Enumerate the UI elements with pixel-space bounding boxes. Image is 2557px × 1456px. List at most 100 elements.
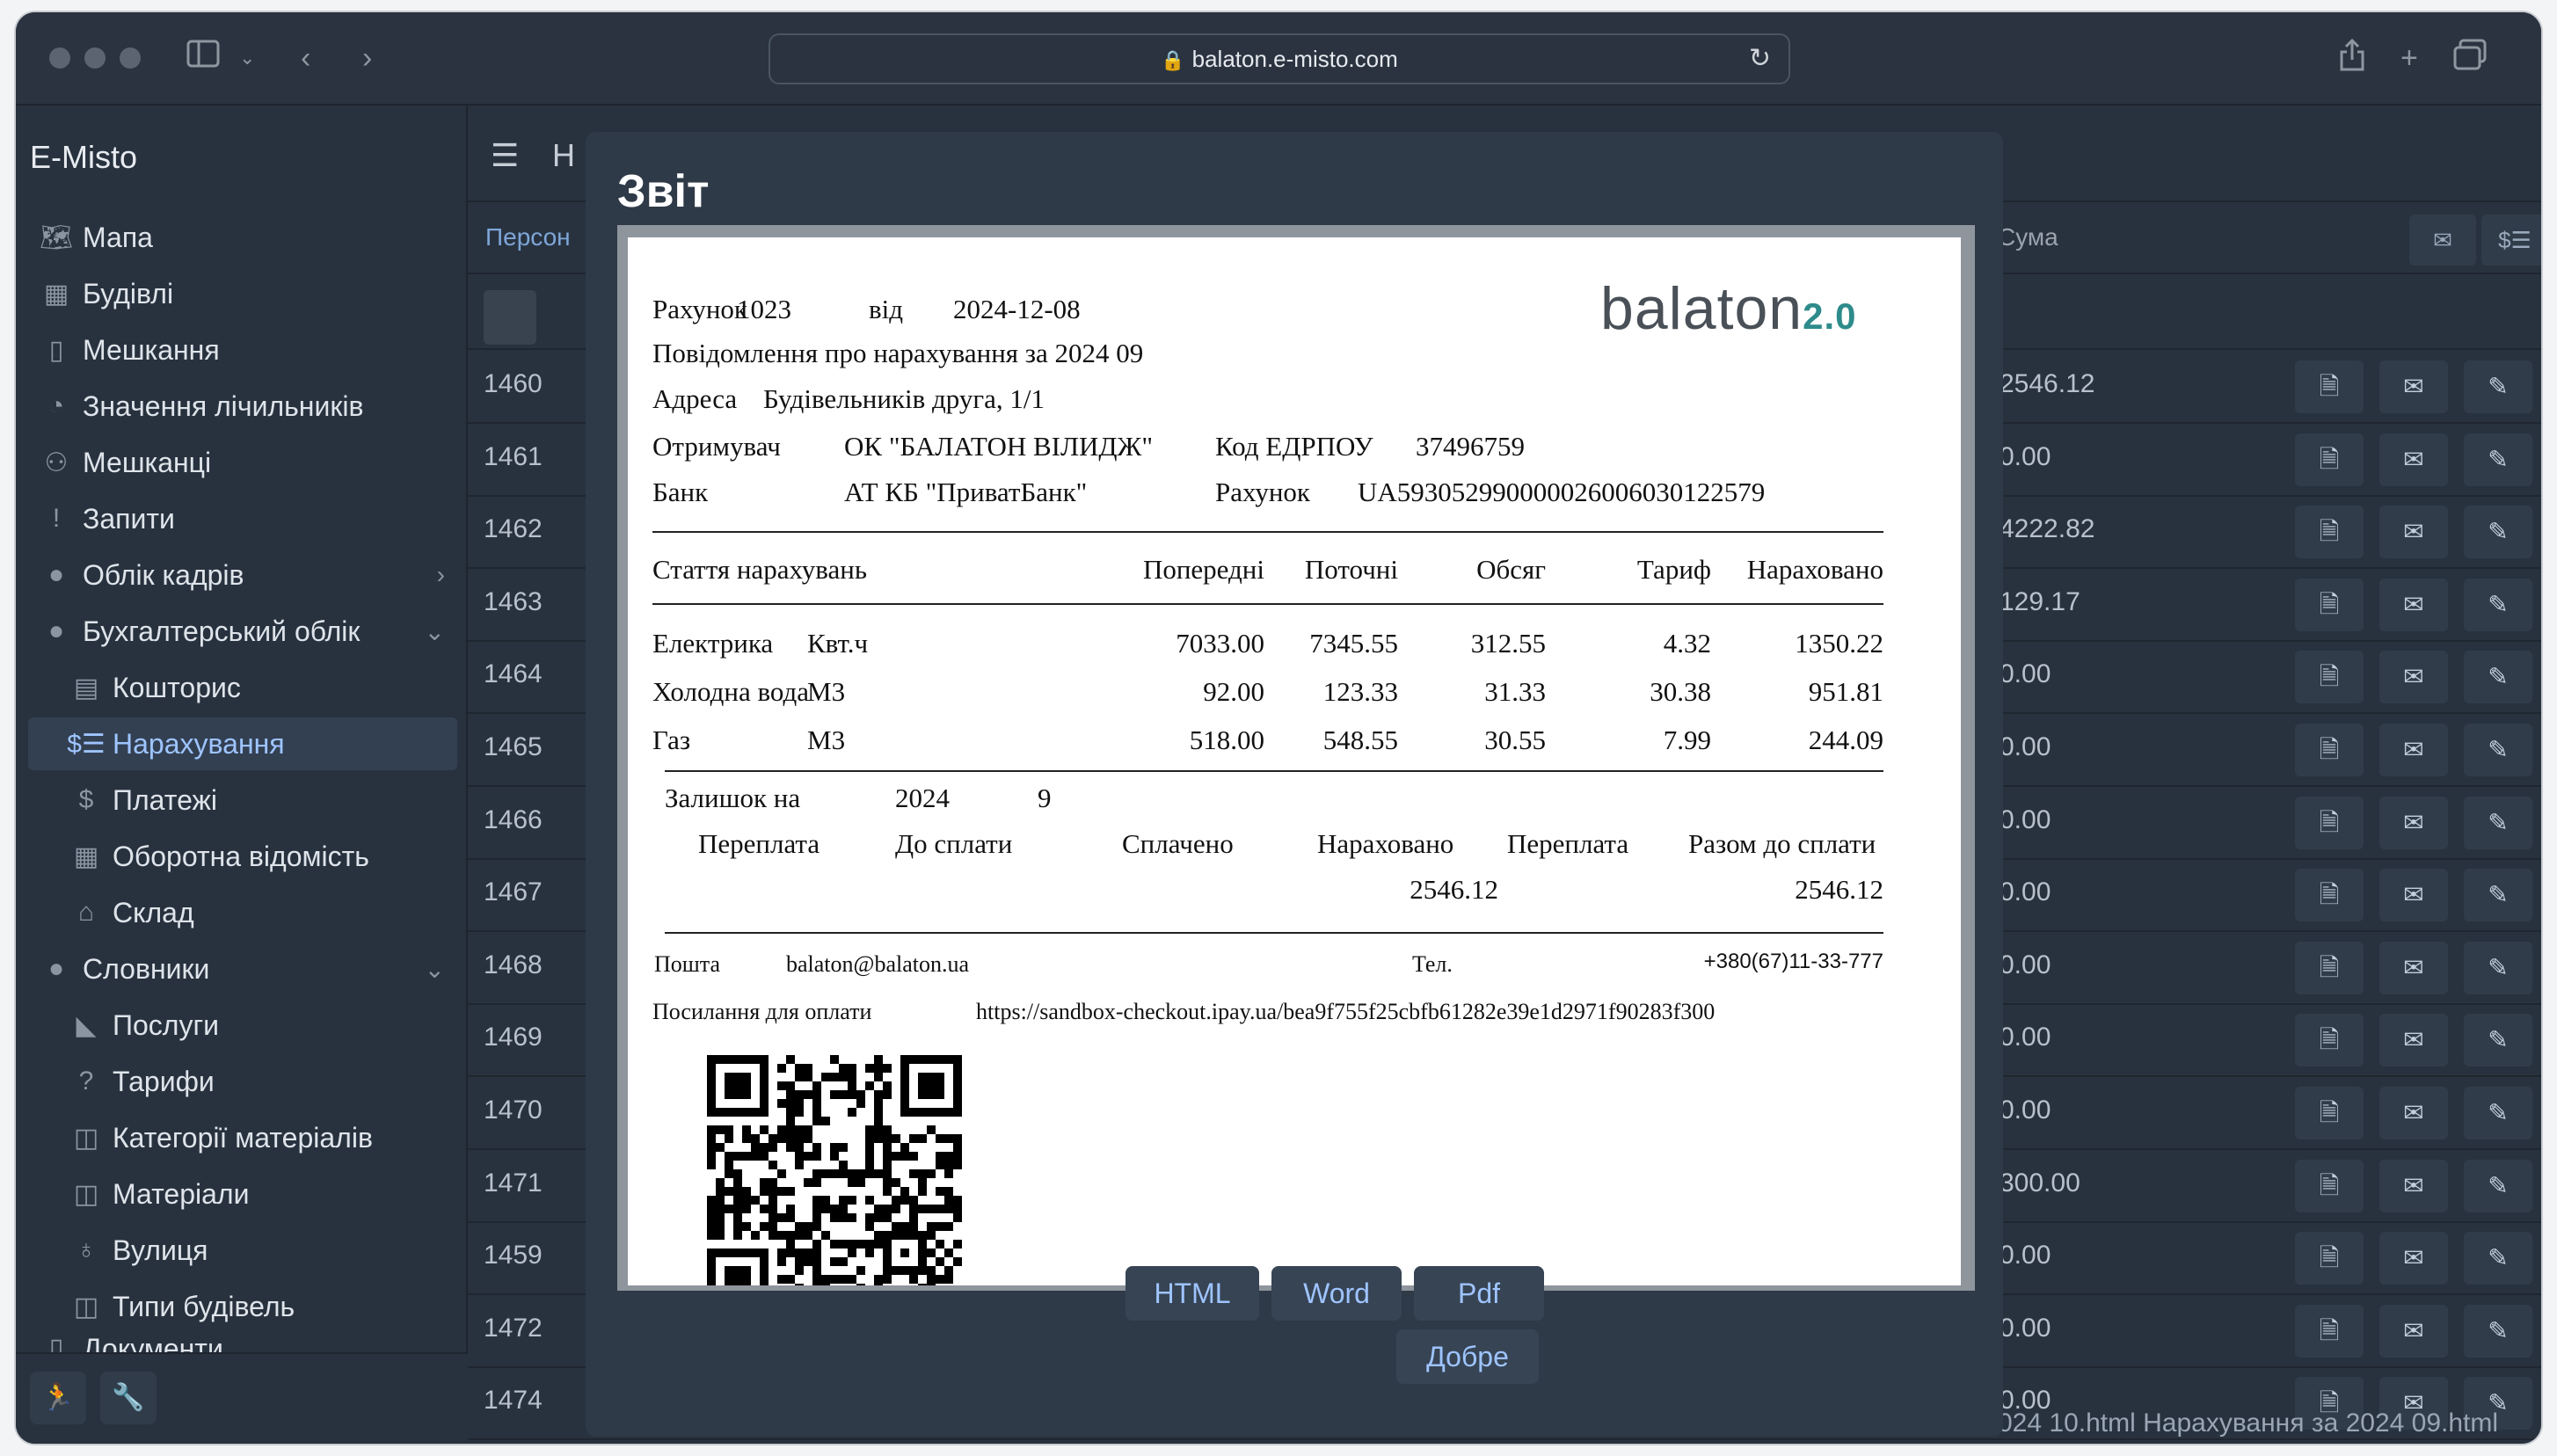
document-icon[interactable]: 🗎 [2295,724,2364,776]
edit-icon[interactable]: ✎ [2464,724,2532,776]
row-sum: 0.00 [2000,732,2051,761]
back-icon[interactable]: ‹ [301,39,310,77]
edit-icon[interactable]: ✎ [2464,869,2532,922]
filter-input[interactable] [484,290,536,345]
row-id: 1470 [484,1096,543,1125]
pdf-button[interactable]: Pdf [1414,1266,1544,1321]
sidebar-item-payments[interactable]: $ Платежі [28,774,457,826]
address-bar[interactable]: 🔒 balaton.e-misto.com ↻ [769,33,1790,84]
invoice-label: Рахунок [652,294,747,324]
recipient-value: ОК "БАЛАТОН ВІЛИДЖ" [844,431,1153,462]
document-icon[interactable]: 🗎 [2295,433,2364,486]
row-id: 1459 [484,1241,543,1270]
edit-icon[interactable]: ✎ [2464,433,2532,486]
sidebar-item-services[interactable]: ◣ Послуги [28,999,457,1052]
document-icon[interactable]: 🗎 [2295,1087,2364,1139]
mail-icon[interactable]: ✉ [2379,1014,2448,1067]
bh-overpay2: Переплата [1507,828,1629,859]
mail-all-button[interactable]: ✉ [2409,215,2476,266]
sidebar-item-estimate[interactable]: ▤ Кошторис [28,661,457,714]
edit-icon[interactable]: ✎ [2464,360,2532,413]
mail-icon[interactable]: ✉ [2379,651,2448,704]
mail-icon[interactable]: ✉ [2379,796,2448,849]
edit-icon[interactable]: ✎ [2464,796,2532,849]
mail-icon[interactable]: ✉ [2379,506,2448,559]
edit-icon[interactable]: ✎ [2464,1014,2532,1067]
edit-icon[interactable]: ✎ [2464,651,2532,704]
document-icon[interactable]: 🗎 [2295,1304,2364,1358]
globe-icon: ● [47,560,65,589]
charge-charged: 1350.22 [1795,628,1883,659]
sidebar-item-dictionaries[interactable]: ● Словники ⌄ [28,943,457,995]
sidebar-item-residents[interactable]: ⚇ Мешканці [28,436,457,489]
sidebar-item-building-types[interactable]: ◫ Типи будівель [28,1280,457,1333]
edit-icon[interactable]: ✎ [2464,1304,2532,1358]
sidebar-item-buildings[interactable]: ▦ Будівлі [28,267,457,320]
sidebar-item-tariffs[interactable]: ? Тарифи [28,1055,457,1108]
tabs-overview-icon[interactable] [2453,39,2487,80]
document-icon[interactable]: 🗎 [2295,796,2364,849]
forward-icon[interactable]: › [362,39,372,77]
sidebar-item-label: Типи будівель [113,1290,295,1322]
mail-icon[interactable]: ✉ [2379,360,2448,413]
mail-icon[interactable]: ✉ [2379,724,2448,776]
edit-icon[interactable]: ✎ [2464,578,2532,631]
document-icon[interactable]: 🗎 [2295,869,2364,922]
document-icon[interactable]: 🗎 [2295,1232,2364,1285]
sidebar-item-warehouse[interactable]: ⌂ Склад [28,886,457,939]
document-icon[interactable]: 🗎 [2295,1014,2364,1067]
sidebar-item-documents[interactable]: ▯ Документи [28,1333,457,1352]
wrench-icon[interactable]: 🔧 [100,1372,157,1424]
close-window-button[interactable] [49,47,70,69]
mail-icon[interactable]: ✉ [2379,1304,2448,1358]
mail-icon[interactable]: ✉ [2379,1159,2448,1212]
reload-icon[interactable]: ↻ [1749,35,1771,83]
sidebar-item-label: Бухгалтерський облік [83,615,361,647]
balance-year: 2024 [895,783,950,813]
column-person[interactable]: Персон [485,223,571,251]
html-button[interactable]: HTML [1126,1266,1259,1321]
sidebar-item-apartments[interactable]: ▯ Мешкання [28,324,457,376]
mail-icon[interactable]: ✉ [2379,1232,2448,1285]
sidebar-item-accounting[interactable]: ● Бухгалтерський облік ⌄ [28,605,457,658]
document-icon[interactable]: 🗎 [2295,941,2364,994]
ok-button[interactable]: Добре [1396,1329,1539,1384]
chevron-down-icon[interactable]: ⌄ [239,39,255,77]
edit-icon[interactable]: ✎ [2464,506,2532,559]
sidebar-item-hr[interactable]: ● Облік кадрів › [28,549,457,601]
share-icon[interactable] [2339,38,2365,82]
menu-icon[interactable]: ☰ [491,137,519,174]
document-icon[interactable]: 🗎 [2295,651,2364,704]
edit-icon[interactable]: ✎ [2464,941,2532,994]
document-icon[interactable]: 🗎 [2295,1159,2364,1212]
mail-icon[interactable]: ✉ [2379,869,2448,922]
mail-icon[interactable]: ✉ [2379,1087,2448,1139]
minimize-window-button[interactable] [84,47,106,69]
sidebar-item-material-categories[interactable]: ◫ Категорії матеріалів [28,1111,457,1164]
sidebar-item-requests[interactable]: ! Запити [28,492,457,545]
word-button[interactable]: Word [1271,1266,1402,1321]
edit-icon[interactable]: ✎ [2464,1232,2532,1285]
sidebar-item-turnover[interactable]: ▦ Оборотна відомість [28,830,457,883]
sidebar-item-streets[interactable]: ♁ Вулиця [28,1224,457,1277]
sidebar-item-materials[interactable]: ◫ Матеріали [28,1168,457,1220]
sidebar-item-charges[interactable]: $☰ Нарахування [28,717,457,770]
new-tab-icon[interactable]: + [2400,39,2418,77]
edit-icon[interactable]: ✎ [2464,1159,2532,1212]
mail-icon[interactable]: ✉ [2379,941,2448,994]
sidebar-item-map[interactable]: 🗺 Мапа [28,211,457,264]
run-icon[interactable]: 🏃 [30,1372,86,1424]
payment-link[interactable]: https://sandbox-checkout.ipay.ua/bea9f75… [976,999,1715,1025]
column-sum[interactable]: Сума [1998,223,2058,251]
edit-icon[interactable]: ✎ [2464,1087,2532,1139]
document-icon[interactable]: 🗎 [2295,360,2364,413]
status-line: 024 10.html Нарахування за 2024 09.html [1998,1409,2499,1438]
document-icon[interactable]: 🗎 [2295,506,2364,559]
sidebar-item-meter-values[interactable]: ◔ Значення лічильників [28,380,457,433]
mail-icon[interactable]: ✉ [2379,578,2448,631]
invoice-all-button[interactable]: $☰ [2481,215,2541,266]
sidebar-toggle-icon[interactable] [186,39,222,78]
mail-icon[interactable]: ✉ [2379,433,2448,486]
zoom-window-button[interactable] [120,47,141,69]
document-icon[interactable]: 🗎 [2295,578,2364,631]
